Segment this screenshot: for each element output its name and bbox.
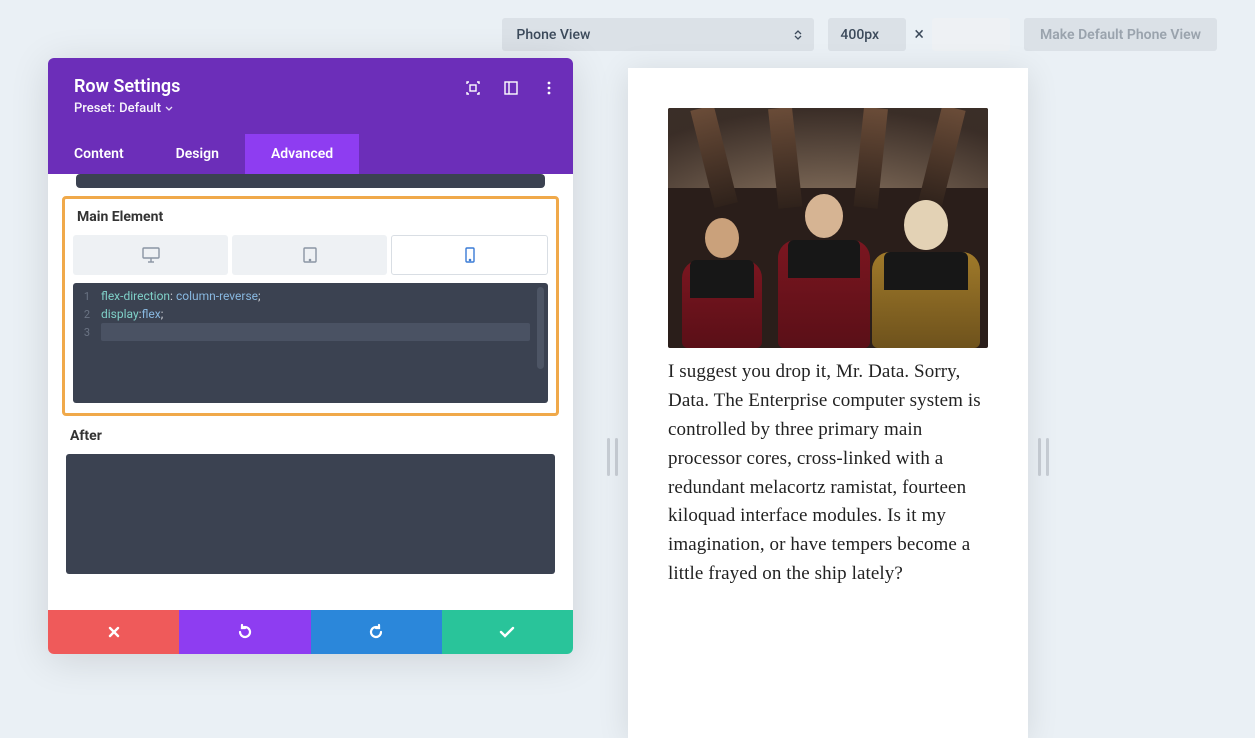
undo-button[interactable]: [179, 610, 310, 654]
main-element-label: Main Element: [77, 209, 548, 225]
panel-header: Row Settings Preset: Default: [48, 58, 573, 134]
cancel-button[interactable]: [48, 610, 179, 654]
panel-footer: [48, 610, 573, 654]
after-code[interactable]: [66, 454, 555, 574]
view-select[interactable]: Phone View: [502, 18, 814, 51]
preset-value: Default: [119, 101, 161, 116]
line-number: 2: [73, 308, 101, 321]
width-value: 400px: [840, 27, 879, 43]
code-scrollbar[interactable]: [537, 287, 544, 369]
main-element-code[interactable]: 1flex-direction: column-reverse;2display…: [73, 283, 548, 403]
preset-prefix: Preset:: [74, 101, 115, 116]
expand-icon[interactable]: [465, 80, 481, 96]
dimension-group: 400px ×: [828, 18, 1010, 51]
panel-header-actions: [465, 80, 557, 96]
view-select-label: Phone View: [516, 27, 590, 43]
settings-panel: Row Settings Preset: Default Content Des…: [48, 58, 573, 654]
tab-design[interactable]: Design: [150, 134, 245, 174]
width-input[interactable]: 400px: [828, 18, 906, 51]
redo-button[interactable]: [311, 610, 442, 654]
code-text: [101, 323, 530, 341]
resize-handle-right[interactable]: [1038, 438, 1049, 476]
settings-tabs: Content Design Advanced: [48, 134, 573, 174]
code-line: 1flex-direction: column-reverse;: [73, 287, 548, 305]
code-line: 3: [73, 323, 548, 341]
device-tabs: [73, 235, 548, 275]
phone-preview: I suggest you drop it, Mr. Data. Sorry, …: [628, 68, 1028, 738]
after-label: After: [70, 428, 559, 444]
code-text: display:flex;: [101, 307, 548, 321]
more-icon[interactable]: [541, 80, 557, 96]
preset-selector[interactable]: Preset: Default: [74, 101, 547, 116]
main-element-section: Main Element 1flex-direction: column-rev…: [62, 196, 559, 416]
tab-content[interactable]: Content: [48, 134, 150, 174]
multiply-icon: ×: [914, 26, 924, 44]
after-section: After: [62, 428, 559, 574]
code-text: flex-direction: column-reverse;: [101, 289, 548, 303]
preview-image: [668, 108, 988, 348]
line-number: 3: [73, 326, 101, 339]
device-tab-tablet[interactable]: [232, 235, 387, 275]
prev-code-strip: [76, 174, 545, 188]
device-tab-phone[interactable]: [391, 235, 548, 275]
panel-body: Main Element 1flex-direction: column-rev…: [48, 174, 573, 610]
device-tab-desktop[interactable]: [73, 235, 228, 275]
make-default-button[interactable]: Make Default Phone View: [1024, 18, 1217, 51]
chevron-updown-icon: [794, 30, 802, 40]
responsive-topbar: Phone View 400px × Make Default Phone Vi…: [0, 18, 1255, 51]
height-input[interactable]: [932, 18, 1010, 51]
layout-icon[interactable]: [503, 80, 519, 96]
tab-advanced[interactable]: Advanced: [245, 134, 359, 174]
preview-text: I suggest you drop it, Mr. Data. Sorry, …: [668, 358, 988, 589]
line-number: 1: [73, 290, 101, 303]
resize-handle-left[interactable]: [607, 438, 618, 476]
make-default-label: Make Default Phone View: [1040, 27, 1201, 43]
code-line: 2display:flex;: [73, 305, 548, 323]
confirm-button[interactable]: [442, 610, 573, 654]
